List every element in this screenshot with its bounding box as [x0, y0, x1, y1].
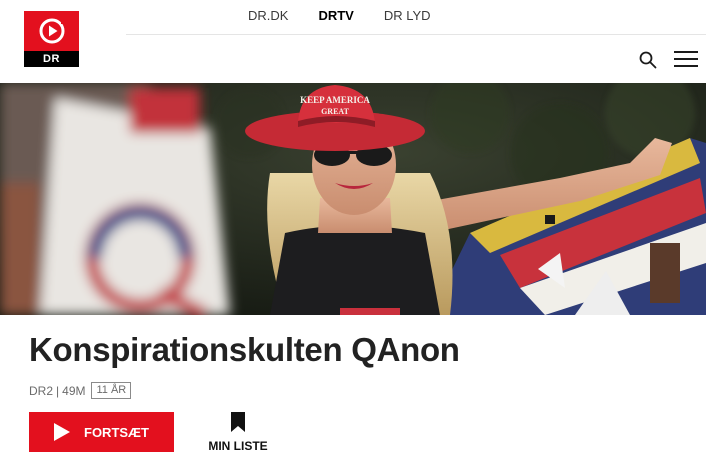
my-list-button[interactable]: MIN LISTE	[203, 412, 273, 454]
program-meta: DR2 | 49M 11 ÅR	[29, 382, 132, 399]
hamburger-menu-icon[interactable]	[674, 51, 698, 68]
nav-drtv[interactable]: DRTV	[318, 8, 353, 24]
channel-label: DR2	[29, 383, 54, 398]
bookmark-icon	[231, 412, 245, 432]
continue-button[interactable]: FORTSÆT	[29, 412, 174, 452]
program-title: Konspirationskulten QAnon	[29, 331, 460, 368]
svg-text:GREAT: GREAT	[321, 107, 350, 116]
dr-logo[interactable]: DR	[24, 11, 79, 67]
continue-button-label: FORTSÆT	[84, 424, 149, 440]
play-circle-icon	[24, 11, 79, 51]
nav-dr-lyd[interactable]: DR LYD	[384, 8, 431, 24]
hero-image[interactable]: KEEP AMERICA GREAT	[0, 83, 706, 315]
age-rating-badge: 11 ÅR	[91, 382, 132, 399]
play-icon	[54, 423, 70, 441]
top-navigation: DR.DK DRTV DR LYD	[248, 8, 461, 24]
site-header: DR DR.DK DRTV DR LYD	[0, 0, 706, 83]
my-list-label: MIN LISTE	[208, 439, 268, 453]
meta-separator: |	[56, 383, 60, 398]
duration-label: 49M	[62, 383, 86, 398]
svg-text:KEEP AMERICA: KEEP AMERICA	[300, 95, 370, 105]
header-divider	[126, 34, 706, 35]
search-icon[interactable]	[639, 51, 657, 69]
nav-dr-dk[interactable]: DR.DK	[248, 8, 288, 24]
program-card: Konspirationskulten QAnon DR2 | 49M 11 Å…	[13, 315, 706, 472]
logo-wordmark: DR	[24, 51, 79, 67]
